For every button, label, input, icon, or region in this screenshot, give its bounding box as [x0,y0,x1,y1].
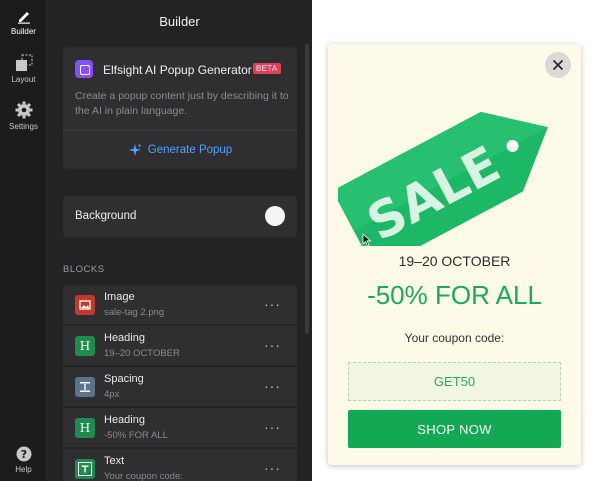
panel-title: Builder [159,14,200,29]
pencil-icon [17,12,30,24]
block-detail: 4px [104,389,120,400]
rail-item-builder[interactable]: Builder [0,8,47,36]
background-label: Background [75,210,137,222]
popup-card: SALE 19–20 OCTOBER -50% FOR ALL Your cou… [328,44,581,465]
rail-item-settings[interactable]: Settings [0,101,47,131]
ai-generator-card: Elfsight AI Popup Generator BETA Create … [63,47,297,169]
text-icon [75,459,95,479]
more-options-icon[interactable]: ··· [264,296,281,312]
sale-tag-image: SALE [334,86,573,268]
background-toggle[interactable] [265,206,285,226]
sparkle-icon [128,143,142,156]
spacing-icon [75,377,95,397]
rail-label-settings: Settings [9,122,38,131]
block-item-heading[interactable]: H Heading 19–20 OCTOBER ··· [63,326,297,366]
rail-label-builder: Builder [11,27,36,36]
builder-panel: Builder Elfsight AI Popup Generator BETA… [47,0,312,481]
block-detail: Your coupon code: [104,471,183,481]
background-setting: Background [63,196,297,237]
more-options-icon[interactable]: ··· [264,419,281,435]
heading-icon: H [75,336,95,356]
layout-icon [15,54,32,71]
beta-badge: BETA [253,63,281,74]
block-item-text[interactable]: Text Your coupon code: ··· [63,449,297,481]
block-detail: 19–20 OCTOBER [104,348,180,359]
more-options-icon[interactable]: ··· [264,337,281,353]
block-name: Heading [104,414,145,426]
elfsight-ai-logo-icon [75,60,93,78]
block-item-heading[interactable]: H Heading -50% FOR ALL ··· [63,408,297,448]
help-icon: ? [16,446,31,462]
blocks-section-label: BLOCKS [63,264,105,275]
block-name: Image [104,291,135,303]
rail-item-layout[interactable]: Layout [0,54,47,84]
close-popup-button[interactable] [545,52,571,78]
generate-popup-label: Generate Popup [147,144,233,156]
coupon-label: Your coupon code: [404,331,505,345]
heading-icon: H [75,418,95,438]
block-name: Heading [104,332,145,344]
block-item-spacing[interactable]: Spacing 4px ··· [63,367,297,407]
left-rail: Builder Layout Settings ? Help [0,0,47,481]
panel-scrollbar[interactable] [305,44,309,334]
rail-item-help[interactable]: ? Help [0,446,47,474]
rail-label-layout: Layout [11,75,36,84]
svg-text:?: ? [20,448,26,461]
gear-icon [15,101,32,119]
image-icon [75,295,95,315]
coupon-code-box[interactable]: GET50 [348,362,561,401]
block-detail: sale-tag 2.png [104,307,165,318]
popup-preview: SALE 19–20 OCTOBER -50% FOR ALL Your cou… [312,0,600,481]
more-options-icon[interactable]: ··· [264,460,281,476]
shop-now-button[interactable]: SHOP NOW [348,410,561,448]
mouse-cursor-icon [362,233,372,247]
block-name: Spacing [104,373,144,385]
block-detail: -50% FOR ALL [104,430,168,441]
ai-generator-description: Create a popup content just by describin… [75,90,289,117]
close-icon [552,59,564,71]
block-name: Text [104,455,125,467]
generate-popup-button[interactable]: Generate Popup [63,131,297,169]
rail-label-help: Help [15,465,32,474]
block-item-image[interactable]: Image sale-tag 2.png ··· [63,285,297,325]
popup-discount-heading: -50% FOR ALL [367,280,542,310]
more-options-icon[interactable]: ··· [264,378,281,394]
ai-generator-title: Elfsight AI Popup Generator [103,63,252,77]
popup-date-heading: 19–20 OCTOBER [398,253,511,269]
